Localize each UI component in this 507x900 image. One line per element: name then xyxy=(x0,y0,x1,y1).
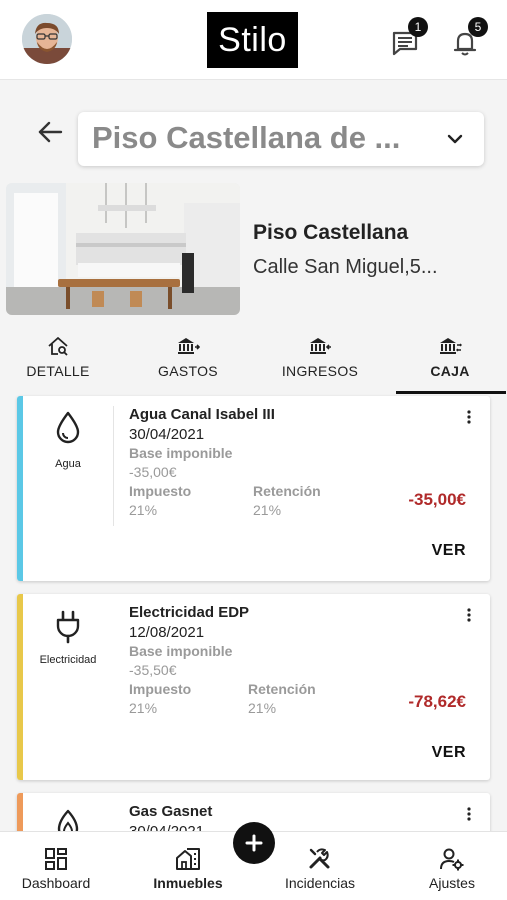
nav-incidencias[interactable]: Incidencias xyxy=(276,832,364,900)
avatar-image xyxy=(22,14,72,64)
tools-icon xyxy=(309,848,330,869)
nav-ajustes[interactable]: Ajustes xyxy=(410,832,494,900)
plus-icon xyxy=(245,834,263,852)
active-tab-indicator xyxy=(396,391,506,394)
messages-badge: 1 xyxy=(408,17,428,37)
tab-caja-label: CAJA xyxy=(430,363,470,379)
dashboard-icon xyxy=(45,848,67,870)
property-tabs: DETALLE GASTOS INGRESOS CAJA xyxy=(0,326,507,394)
more-vertical-icon[interactable] xyxy=(464,606,474,624)
tax-label: Impuesto xyxy=(129,681,192,697)
chevron-down-icon xyxy=(447,134,463,144)
bank-out-icon xyxy=(178,338,200,354)
card-category: Agua xyxy=(23,396,113,526)
top-header: Stilo 1 5 xyxy=(0,0,507,80)
tax-value: 21% xyxy=(129,700,158,716)
back-button[interactable] xyxy=(36,118,64,146)
card-title: Gas Gasnet xyxy=(129,803,213,820)
water-drop-icon xyxy=(56,411,80,444)
retention-label: Retención xyxy=(248,681,316,697)
bank-swap-icon xyxy=(440,338,462,354)
base-label: Base imponible xyxy=(129,643,233,659)
card-title: Agua Canal Isabel III xyxy=(129,406,275,423)
nav-dashboard[interactable]: Dashboard xyxy=(14,832,98,900)
bank-in-icon xyxy=(310,338,331,354)
card-category: Electricidad xyxy=(23,594,113,724)
card-divider xyxy=(113,406,114,526)
plug-icon xyxy=(56,610,80,644)
card-date: 12/08/2021 xyxy=(129,624,205,641)
tab-gastos[interactable]: GASTOS xyxy=(146,326,230,394)
card-date: 30/04/2021 xyxy=(129,426,205,443)
card-category-label: Electricidad xyxy=(39,654,97,666)
card-category-label: Agua xyxy=(55,458,81,470)
tab-caja[interactable]: CAJA xyxy=(406,326,494,394)
tax-value: 21% xyxy=(129,502,158,518)
nav-inmuebles[interactable]: Inmuebles xyxy=(146,832,230,900)
view-button[interactable]: VER xyxy=(432,542,466,560)
house-search-icon xyxy=(48,337,68,356)
tab-detalle[interactable]: DETALLE xyxy=(16,326,100,394)
notifications-button[interactable]: 5 xyxy=(448,17,488,59)
base-value: -35,00€ xyxy=(129,464,177,480)
tab-detalle-label: DETALLE xyxy=(26,363,90,379)
base-label: Base imponible xyxy=(129,445,233,461)
tax-label: Impuesto xyxy=(129,483,192,499)
tab-ingresos-label: INGRESOS xyxy=(281,363,359,379)
nav-ajustes-label: Ajustes xyxy=(429,875,475,891)
retention-label: Retención xyxy=(253,483,321,499)
add-button[interactable] xyxy=(233,822,275,864)
user-settings-icon xyxy=(440,848,464,871)
card-title: Electricidad EDP xyxy=(129,604,250,621)
messages-button[interactable]: 1 xyxy=(388,17,428,59)
kitchen-photo xyxy=(6,183,240,315)
transaction-card: Agua Agua Canal Isabel III 30/04/2021 Ba… xyxy=(17,396,490,581)
user-avatar[interactable] xyxy=(22,14,72,64)
building-icon xyxy=(176,848,200,870)
nav-dashboard-label: Dashboard xyxy=(21,875,91,891)
notifications-badge: 5 xyxy=(468,17,488,37)
card-amount: -35,00€ xyxy=(408,490,466,509)
app-logo: Stilo xyxy=(207,12,298,68)
property-name: Piso Castellana xyxy=(253,221,409,244)
tab-gastos-label: GASTOS xyxy=(158,363,218,379)
tab-ingresos[interactable]: INGRESOS xyxy=(276,326,364,394)
retention-value: 21% xyxy=(248,700,277,716)
property-photo xyxy=(6,183,240,315)
more-vertical-icon[interactable] xyxy=(464,805,474,823)
app-root: Stilo 1 5 Piso Castellana de ... Piso Ca… xyxy=(0,0,507,900)
property-select-value: Piso Castellana de ... xyxy=(92,120,401,155)
retention-value: 21% xyxy=(253,502,282,518)
arrow-left-icon xyxy=(38,121,63,143)
base-value: -35,50€ xyxy=(129,662,177,678)
transaction-card: Electricidad Electricidad EDP 12/08/2021… xyxy=(17,594,490,780)
nav-incidencias-label: Incidencias xyxy=(284,875,356,891)
more-vertical-icon[interactable] xyxy=(464,408,474,426)
card-amount: -78,62€ xyxy=(408,692,466,711)
view-button[interactable]: VER xyxy=(432,744,466,762)
property-select[interactable]: Piso Castellana de ... xyxy=(78,112,484,166)
nav-inmuebles-label: Inmuebles xyxy=(153,875,223,891)
property-address: Calle San Miguel,5... xyxy=(253,256,438,278)
